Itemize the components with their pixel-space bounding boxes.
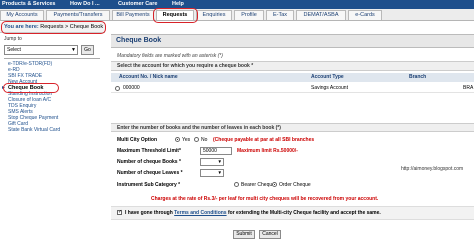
threshold-input[interactable]: 50000 [200,147,232,155]
select-account-heading: Select the account for which you require… [111,61,474,71]
top-menu-how-do-i[interactable]: How Do I ... [70,1,100,7]
page-title: Cheque Book [111,34,474,48]
max-limit-text: Maximum limit Rs.50000/- [237,148,298,154]
submit-button[interactable]: Submit [233,230,255,239]
tab-bill-payments[interactable]: Bill Payments [112,10,154,20]
tab-profile[interactable]: Profile [234,10,264,20]
books-heading: Enter the number of books and the number… [111,123,474,132]
chevron-down-icon: ▼ [217,159,222,164]
tab-enquiries[interactable]: Enquiries [196,10,232,20]
bearer-cheque-label: Bearer Cheque [241,182,275,188]
go-button[interactable]: Go [81,45,94,55]
sidebar-highlight-ring [3,83,59,93]
tab-demat-asba[interactable]: DEMAT/ASBA [296,10,346,20]
sidebar-item-virtual-card[interactable]: State Bank Virtual Card [8,127,60,133]
cheque-book-panel: Cheque Book Mandatory fields are marked … [111,34,474,244]
top-menu-products[interactable]: Products & Services [2,1,56,7]
multi-city-yes-radio[interactable] [175,137,180,142]
watermark-url: http://aimoney.blogspot.com [401,166,464,172]
col-account-type: Account Type [311,74,344,80]
leaves-select[interactable]: ▼ [200,169,224,177]
multi-city-no-radio[interactable] [194,137,199,142]
col-branch: Branch [409,74,427,80]
tab-highlight-ring [153,8,198,23]
jump-to-select[interactable]: Select ▼ [4,45,78,55]
books-select[interactable]: ▼ [200,158,224,166]
table-row[interactable]: 000000 Savings Account BRA [111,83,474,93]
order-cheque-label: Order Cheque [279,182,311,188]
account-radio[interactable] [115,85,120,91]
cancel-button[interactable]: Cancel [259,230,281,239]
instrument-label: Instrument Sub Category * [117,182,181,188]
bearer-cheque-radio[interactable] [234,182,239,187]
main-tab-bar: My Accounts Payments/Transfers Bill Paym… [0,9,474,21]
top-menu-bar: Products & Services How Do I ... Custome… [0,0,474,9]
tab-e-cards[interactable]: e-Cards [348,10,382,20]
breadcrumb-highlight-ring [1,21,106,34]
tab-e-tax[interactable]: E-Tax [266,10,294,20]
multi-city-label: Multi City Option [117,137,157,143]
sidebar: Jump to Select ▼ Go e-TDR/e-STDR(FD) e-R… [0,34,105,244]
multi-city-note: (Cheque payable at par at all SBI branch… [213,137,315,143]
top-menu-help[interactable]: Help [172,1,184,7]
accounts-table-header: Account No. / Nick name Account Type Bra… [111,73,474,82]
top-menu-customer-care[interactable]: Customer Care [118,1,157,7]
leaves-label: Number of cheque Leaves * [117,170,183,176]
account-branch: BRA [463,85,474,91]
chevron-down-icon: ▼ [71,47,76,53]
terms-prefix: I have gone through [125,210,173,216]
sidebar-divider [4,58,100,59]
terms-text: I have gone through Terms and Conditions… [125,210,381,216]
multi-city-yes-label: Yes [182,137,191,143]
account-number: 000000 [123,85,140,91]
jump-to-label: Jump to [4,36,22,42]
tab-payments-transfers[interactable]: Payments/Transfers [46,10,110,20]
order-cheque-radio[interactable] [272,182,277,187]
jump-to-value: Select [7,47,21,53]
terms-suffix: for extending the Multi-city Cheque faci… [227,210,381,216]
tab-my-accounts[interactable]: My Accounts [0,10,44,20]
charges-note: Charges at the rate of Rs.3/- per leaf f… [151,196,379,202]
threshold-label: Maximum Threshold Limit* [117,148,181,154]
chevron-down-icon: ▼ [217,170,222,175]
books-label: Number of cheque Books * [117,159,181,165]
terms-checkbox[interactable]: ✓ [117,210,122,215]
mandatory-note: Mandatory fields are marked with an aste… [117,53,223,59]
account-type: Savings Account [311,85,348,91]
col-account-no: Account No. / Nick name [119,74,178,80]
terms-link[interactable]: Terms and Conditions [174,210,226,216]
multi-city-no-label: No [201,137,208,143]
